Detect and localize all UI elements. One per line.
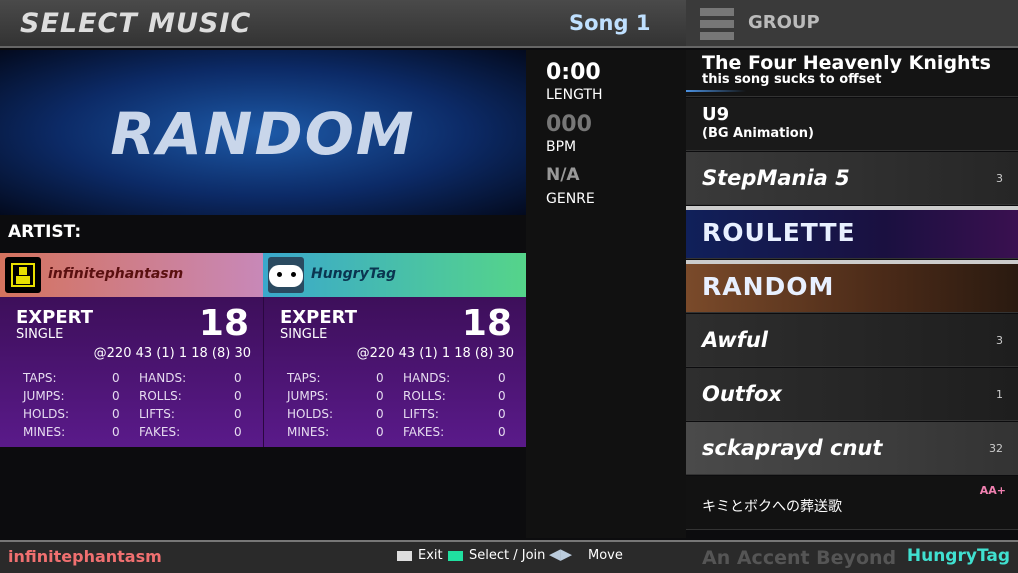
stat-value: 0 (234, 407, 242, 421)
tech-notation: @220 43 (1) 1 18 (8) 30 (356, 346, 514, 361)
bpm-value: 000 (546, 112, 592, 137)
grade-badge: AA+ (979, 484, 1006, 497)
wheel-item[interactable]: ROULETTE (686, 206, 1018, 259)
stat-label: LIFTS: (139, 407, 175, 421)
wheel-item-title: キミとボクへの葬送歌 (702, 499, 842, 515)
exit-hint: Exit (418, 548, 443, 563)
song-count: 3 (996, 172, 1003, 185)
length-value: 0:00 (546, 60, 601, 85)
difficulty-name: EXPERT (16, 307, 93, 328)
stat-value: 0 (234, 425, 242, 439)
wheel-item-title: ROULETTE (702, 218, 856, 247)
player2-name: HungryTag (311, 266, 397, 282)
player2-stats-panel: EXPERT SINGLE 18 @220 43 (1) 1 18 (8) 30 TAP… (263, 297, 526, 447)
stat-label: ROLLS: (403, 389, 446, 403)
stat-value: 0 (376, 407, 384, 421)
difficulty-name: EXPERT (280, 307, 357, 328)
header: SELECT MUSIC Song 1 (0, 0, 686, 48)
player1-bar: infinitephantasm (0, 253, 263, 297)
stat-label: LIFTS: (403, 407, 439, 421)
player1-avatar (5, 257, 41, 293)
selection-indicator (686, 90, 746, 92)
stat-value: 0 (112, 425, 120, 439)
footer-player1: infinitephantasm (8, 547, 162, 566)
stat-label: HOLDS: (287, 407, 334, 421)
wheel-item[interactable]: sckaprayd cnut 32 (686, 422, 1018, 475)
banner-text: RANDOM (110, 100, 416, 168)
stat-value: 0 (498, 425, 506, 439)
stat-value: 0 (234, 389, 242, 403)
wheel-item-subtitle: (BG Animation) (702, 126, 814, 141)
screen-title: SELECT MUSIC (20, 8, 252, 39)
stat-label: MINES: (287, 425, 330, 439)
difficulty-meter: 18 (198, 303, 249, 344)
wheel-item[interactable]: RANDOM (686, 260, 1018, 313)
stat-label: FAKES: (403, 425, 445, 439)
group-header[interactable]: GROUP (686, 0, 1018, 48)
player2-avatar (268, 257, 304, 293)
stat-value: 0 (112, 371, 120, 385)
wheel-item-title: sckaprayd cnut (702, 436, 883, 460)
stat-label: HANDS: (139, 371, 187, 385)
stat-value: 0 (498, 407, 506, 421)
stat-label: JUMPS: (287, 389, 329, 403)
wheel-item[interactable]: Outfox 1 (686, 368, 1018, 421)
select-key-icon (448, 551, 463, 561)
player1-stats-panel: EXPERT SINGLE 18 @220 43 (1) 1 18 (8) 30 TAP… (0, 297, 263, 447)
exit-key-icon (397, 551, 412, 561)
stat-label: JUMPS: (23, 389, 65, 403)
wheel-item-title: RANDOM (702, 272, 835, 301)
style-name: SINGLE (280, 327, 328, 342)
tech-notation: @220 43 (1) 1 18 (8) 30 (93, 346, 251, 361)
genre-value: N/A (546, 165, 580, 185)
wheel-item-title: Outfox (702, 382, 782, 406)
style-name: SINGLE (16, 327, 64, 342)
player1-name: infinitephantasm (48, 266, 184, 282)
bpm-label: BPM (546, 139, 577, 155)
wheel-item-subtitle: this song sucks to offset (702, 72, 882, 87)
stat-value: 0 (376, 425, 384, 439)
footer: infinitephantasm Exit Select / Join ◀▶ M… (0, 540, 1018, 573)
select-hint: Select / Join (469, 548, 546, 563)
artist-label: ARTIST: (8, 222, 82, 242)
stat-label: HANDS: (403, 371, 451, 385)
move-hint: Move (588, 548, 623, 563)
group-label: GROUP (748, 12, 820, 33)
song-count: 3 (996, 334, 1003, 347)
wheel-item[interactable]: キミとボクへの葬送歌 AA+ (686, 476, 1018, 530)
stat-label: TAPS: (23, 371, 57, 385)
stat-label: ROLLS: (139, 389, 182, 403)
stat-value: 0 (112, 407, 120, 421)
menu-icon (700, 8, 734, 40)
wheel-item-title: StepMania 5 (702, 166, 850, 190)
footer-player2: HungryTag (906, 546, 1010, 566)
song-info: 0:00 LENGTH 000 BPM N/A GENRE (526, 50, 686, 538)
wheel-item-title: Awful (702, 328, 768, 352)
left-right-arrows-icon: ◀▶ (549, 545, 573, 563)
stat-value: 0 (234, 371, 242, 385)
stat-label: MINES: (23, 425, 66, 439)
wheel-item[interactable]: Awful 3 (686, 314, 1018, 367)
wheel-item[interactable]: U9 (BG Animation) (686, 98, 1018, 151)
stat-value: 0 (112, 389, 120, 403)
song-banner: RANDOM (0, 50, 526, 215)
stat-label: HOLDS: (23, 407, 70, 421)
wheel-item-next[interactable]: An Accent Beyond (702, 547, 896, 569)
stat-value: 0 (498, 389, 506, 403)
song-count: 1 (996, 388, 1003, 401)
difficulty-meter: 18 (461, 303, 512, 344)
stat-label: FAKES: (139, 425, 181, 439)
stat-value: 0 (376, 389, 384, 403)
stat-value: 0 (376, 371, 384, 385)
wheel-item[interactable]: StepMania 5 3 (686, 152, 1018, 205)
song-number: Song 1 (569, 11, 651, 35)
genre-label: GENRE (546, 191, 595, 207)
song-count: 32 (989, 442, 1003, 455)
stat-value: 0 (498, 371, 506, 385)
player2-bar: HungryTag (263, 253, 526, 297)
length-label: LENGTH (546, 87, 603, 103)
wheel-item-title: The Four Heavenly Knights (702, 52, 991, 74)
wheel-item-title: U9 (702, 104, 730, 125)
stat-label: TAPS: (287, 371, 321, 385)
